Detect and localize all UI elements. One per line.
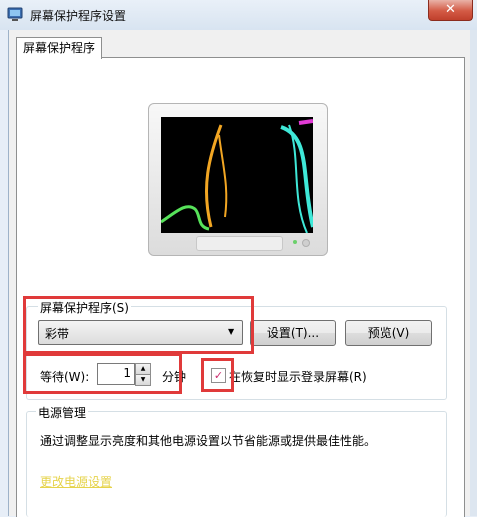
display-settings-icon bbox=[7, 7, 23, 21]
power-led-icon bbox=[293, 240, 297, 244]
power-groupbox bbox=[26, 411, 447, 517]
change-power-settings-link[interactable]: 更改电源设置 bbox=[40, 473, 112, 490]
window-title: 屏幕保护程序设置 bbox=[30, 9, 127, 23]
highlight-resume-checkbox bbox=[201, 358, 234, 392]
highlight-wait-time bbox=[23, 353, 182, 394]
monitor-base-panel bbox=[196, 236, 283, 251]
highlight-screensaver-select bbox=[23, 296, 254, 354]
tab-screensaver[interactable]: 屏幕保护程序 bbox=[16, 37, 102, 59]
ribbons-preview-image bbox=[160, 119, 315, 234]
close-button[interactable]: ✕ bbox=[428, 0, 473, 21]
power-description: 通过调整显示亮度和其他电源设置以节省能源或提供最佳性能。 bbox=[40, 434, 377, 448]
monitor-button-icon bbox=[302, 239, 310, 247]
preview-button[interactable]: 预览(V) bbox=[345, 320, 432, 346]
preview-screen bbox=[160, 117, 315, 234]
close-icon: ✕ bbox=[445, 2, 456, 17]
resume-label[interactable]: 在恢复时显示登录屏幕(R) bbox=[229, 368, 367, 385]
power-group-label: 电源管理 bbox=[36, 404, 89, 421]
window-right-edge bbox=[470, 30, 477, 516]
settings-button[interactable]: 设置(T)... bbox=[250, 320, 336, 346]
